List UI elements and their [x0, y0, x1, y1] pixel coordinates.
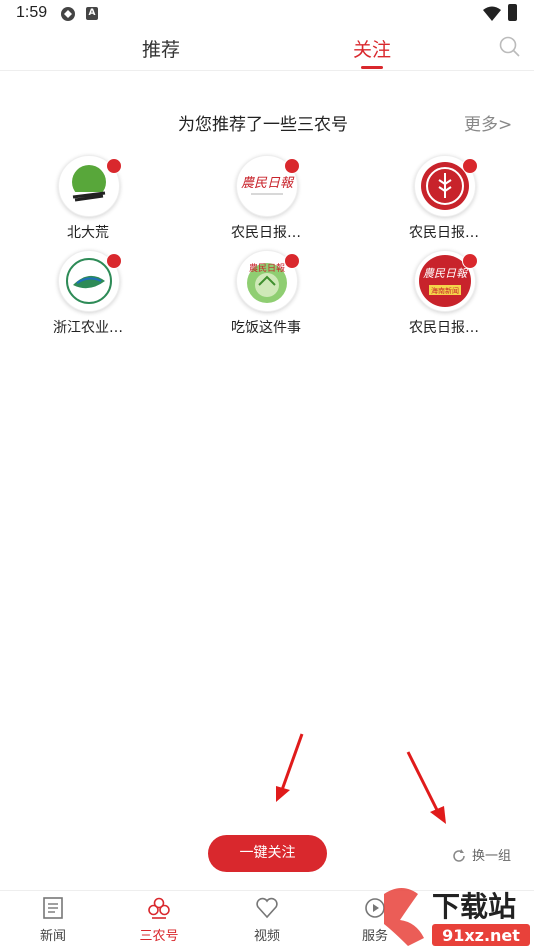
account-name: 农民日报… [409, 225, 479, 241]
selected-check-icon [106, 253, 122, 269]
status-time: 1:59 [16, 4, 48, 21]
watermark-url: 91xz.net [442, 926, 520, 945]
top-tabs: 推荐 关注 [0, 28, 534, 71]
status-bar: 1:59 A [0, 0, 534, 28]
selected-check-icon [106, 158, 122, 174]
account-item[interactable]: 浙江农业… [20, 250, 160, 344]
search-icon[interactable] [499, 36, 521, 58]
refresh-label: 换一组 [472, 849, 512, 864]
clover-icon [148, 897, 170, 919]
svg-text:海南新闻: 海南新闻 [431, 286, 459, 295]
newspaper-icon [43, 897, 63, 919]
account-name: 农民日报… [231, 225, 301, 241]
watermark-text: 下载站 [432, 890, 516, 923]
nav-item-news[interactable]: 新闻 [18, 895, 88, 944]
refresh-icon [453, 849, 465, 862]
account-item[interactable]: 農民日報 海南新闻 农民日报… [376, 250, 516, 344]
annotation-arrow-icon [276, 733, 304, 802]
a-status-icon: A [86, 7, 98, 20]
wifi-icon [483, 6, 501, 21]
annotation-arrow-icon [406, 751, 446, 824]
svg-text:農民日報: 農民日報 [241, 176, 295, 191]
heart-icon [256, 897, 278, 919]
nav-label: 新闻 [39, 929, 66, 944]
active-tab-indicator [361, 66, 383, 69]
account-name: 北大荒 [67, 225, 109, 241]
nav-item-video[interactable]: 视频 [232, 895, 302, 944]
watermark-logo: 下载站 91xz.net [384, 888, 530, 946]
app-status-icon [61, 7, 75, 21]
battery-icon [508, 4, 517, 21]
more-link[interactable]: 更多> [464, 110, 512, 135]
nav-item-sannong[interactable]: 三农号 [124, 895, 194, 944]
account-name: 浙江农业… [53, 320, 123, 336]
account-item[interactable]: 農民日報 农民日报… [198, 155, 338, 249]
svg-text:農民日報: 農民日報 [249, 262, 285, 274]
selected-check-icon [462, 253, 478, 269]
selected-check-icon [462, 158, 478, 174]
selected-check-icon [284, 253, 300, 269]
account-item[interactable]: 北大荒 [20, 155, 160, 249]
selected-check-icon [284, 158, 300, 174]
account-item[interactable]: 农民日报… [376, 155, 516, 249]
follow-all-button[interactable]: 一键关注 [208, 835, 327, 872]
nav-label: 三农号 [139, 929, 179, 944]
section-title: 为您推荐了一些三农号 [178, 115, 348, 135]
account-name: 农民日报… [409, 320, 479, 336]
nav-label: 视频 [253, 929, 280, 944]
tab-recommend[interactable]: 推荐 [142, 35, 180, 62]
account-item[interactable]: 農民日報 吃饭这件事 [198, 250, 338, 344]
refresh-group-button[interactable]: 换一组 [452, 845, 511, 864]
svg-text:農民日報: 農民日報 [423, 267, 469, 280]
account-name: 吃饭这件事 [231, 320, 301, 336]
tab-follow[interactable]: 关注 [353, 35, 391, 62]
